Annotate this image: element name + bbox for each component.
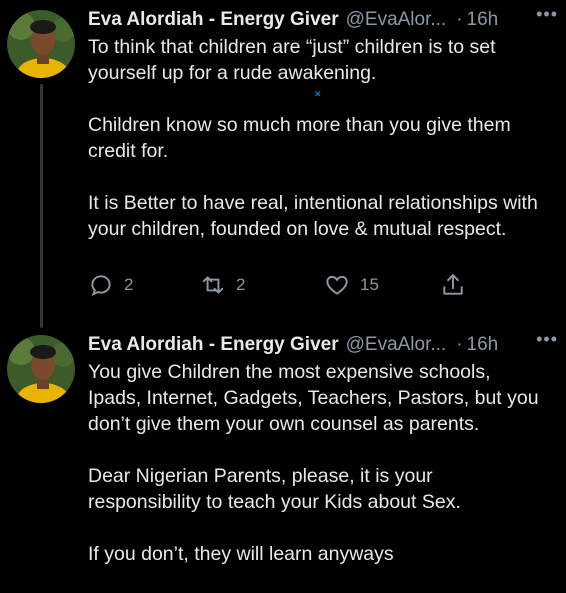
retweet-count: 2 bbox=[236, 275, 246, 294]
timestamp[interactable]: 16h bbox=[467, 9, 499, 31]
heart-icon bbox=[326, 275, 348, 295]
tweet-paragraph: To think that children are “just” childr… bbox=[88, 36, 496, 84]
tweet-paragraph: Dear Nigerian Parents, please, it is you… bbox=[88, 465, 461, 513]
tweet-text: To think that children are “just” childr… bbox=[88, 34, 548, 268]
tweet-paragraph: If you don’t, they will learn anyways bbox=[88, 543, 394, 565]
author-name[interactable]: Eva Alordiah - Energy Giver bbox=[88, 9, 339, 31]
avatar[interactable] bbox=[7, 335, 75, 403]
tweet-header: Eva Alordiah - Energy Giver @EvaAlor... … bbox=[88, 8, 554, 32]
like-count: 15 bbox=[360, 275, 379, 294]
avatar[interactable] bbox=[7, 10, 75, 78]
tweet-header: Eva Alordiah - Energy Giver @EvaAlor... … bbox=[88, 333, 554, 357]
thread-connector-line bbox=[40, 84, 43, 328]
retweet-icon bbox=[202, 276, 224, 294]
reply-button[interactable]: 2 bbox=[88, 272, 133, 298]
like-button[interactable]: 15 bbox=[324, 272, 379, 298]
retweet-button[interactable]: 2 bbox=[200, 272, 245, 298]
share-button[interactable] bbox=[440, 272, 476, 298]
more-horizontal-icon[interactable]: ••• bbox=[536, 4, 558, 25]
author-handle[interactable]: @EvaAlor... bbox=[346, 334, 447, 356]
tweet-paragraph: It is Better to have real, intentional r… bbox=[88, 192, 538, 240]
separator-dot: · bbox=[456, 334, 463, 355]
reply-count: 2 bbox=[124, 275, 134, 294]
tweet-actions: 2 2 15 bbox=[88, 272, 478, 302]
timestamp[interactable]: 16h bbox=[467, 334, 499, 356]
tweet-paragraph: You give Children the most expensive sch… bbox=[88, 361, 539, 435]
author-name[interactable]: Eva Alordiah - Energy Giver bbox=[88, 334, 339, 356]
share-icon bbox=[443, 274, 463, 295]
tweet-paragraph: Children know so much more than you give… bbox=[88, 114, 511, 162]
tweet-text: You give Children the most expensive sch… bbox=[88, 359, 548, 593]
more-horizontal-icon[interactable]: ••• bbox=[536, 329, 558, 350]
author-handle[interactable]: @EvaAlor... bbox=[346, 9, 447, 31]
separator-dot: · bbox=[456, 9, 463, 30]
spinner-dot-icon: ✕ bbox=[314, 89, 322, 99]
reply-icon bbox=[91, 275, 111, 297]
